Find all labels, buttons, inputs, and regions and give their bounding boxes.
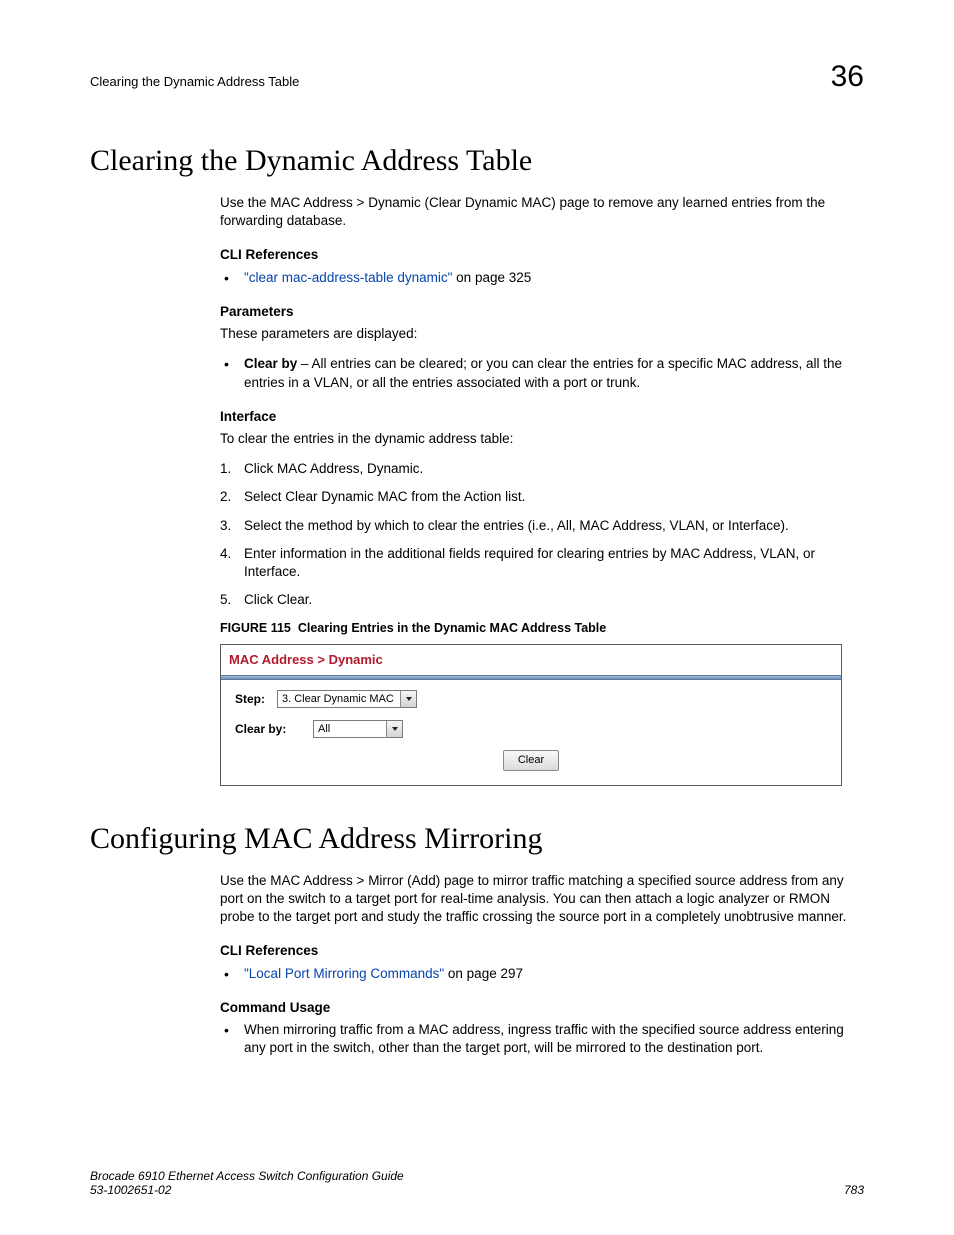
- clearby-select-value: All: [318, 722, 330, 737]
- footer-doc-number: 53-1002651-02: [90, 1183, 404, 1197]
- step-item: Select Clear Dynamic MAC from the Action…: [220, 488, 864, 506]
- page-footer: Brocade 6910 Ethernet Access Switch Conf…: [90, 1169, 864, 1197]
- figure-breadcrumb: MAC Address > Dynamic: [221, 645, 841, 675]
- param-lead: Clear by: [244, 356, 297, 371]
- running-header: Clearing the Dynamic Address Table 36: [90, 60, 864, 94]
- cli-ref-link[interactable]: "Local Port Mirroring Commands": [244, 966, 444, 981]
- cli-ref-item: "clear mac-address-table dynamic" on pag…: [220, 269, 864, 287]
- clear-button[interactable]: Clear: [503, 750, 559, 771]
- parameters-heading: Parameters: [220, 303, 864, 321]
- figure-number: FIGURE 115: [220, 621, 291, 635]
- param-body: – All entries can be cleared; or you can…: [244, 356, 842, 389]
- step-label: Step:: [235, 691, 277, 707]
- cli-ref-item: "Local Port Mirroring Commands" on page …: [220, 965, 864, 983]
- cli-references-heading: CLI References: [220, 246, 864, 264]
- interface-intro: To clear the entries in the dynamic addr…: [220, 430, 864, 448]
- interface-heading: Interface: [220, 408, 864, 426]
- section1-intro: Use the MAC Address > Dynamic (Clear Dyn…: [220, 194, 864, 230]
- command-usage-heading: Command Usage: [220, 999, 864, 1017]
- clearby-label: Clear by:: [235, 721, 313, 737]
- interface-steps: Click MAC Address, Dynamic. Select Clear…: [220, 460, 864, 609]
- cli-ref-tail: on page 297: [444, 966, 523, 981]
- step-item: Enter information in the additional fiel…: [220, 545, 864, 581]
- command-usage-item: When mirroring traffic from a MAC addres…: [220, 1021, 864, 1057]
- step-select[interactable]: 3. Clear Dynamic MAC: [277, 690, 417, 708]
- step-item: Select the method by which to clear the …: [220, 517, 864, 535]
- figure-label-row: FIGURE 115 Clearing Entries in the Dynam…: [220, 620, 864, 637]
- cli-ref-link[interactable]: "clear mac-address-table dynamic": [244, 270, 452, 285]
- section-heading-mirroring: Configuring MAC Address Mirroring: [90, 822, 864, 856]
- figure-caption: Clearing Entries in the Dynamic MAC Addr…: [298, 621, 606, 635]
- running-title: Clearing the Dynamic Address Table: [90, 74, 299, 89]
- step-select-value: 3. Clear Dynamic MAC: [282, 692, 394, 707]
- footer-page-number: 783: [844, 1183, 864, 1197]
- cli-references-heading-2: CLI References: [220, 942, 864, 960]
- clearby-select[interactable]: All: [313, 720, 403, 738]
- section2-intro: Use the MAC Address > Mirror (Add) page …: [220, 872, 864, 927]
- footer-book-title: Brocade 6910 Ethernet Access Switch Conf…: [90, 1169, 404, 1183]
- section-heading-clearing: Clearing the Dynamic Address Table: [90, 144, 864, 178]
- chapter-number: 36: [831, 60, 864, 94]
- chevron-down-icon: [400, 691, 416, 707]
- step-item: Click Clear.: [220, 591, 864, 609]
- step-item: Click MAC Address, Dynamic.: [220, 460, 864, 478]
- chevron-down-icon: [386, 721, 402, 737]
- parameters-intro: These parameters are displayed:: [220, 325, 864, 343]
- cli-ref-tail: on page 325: [452, 270, 531, 285]
- param-item: Clear by – All entries can be cleared; o…: [220, 355, 864, 391]
- figure-panel: MAC Address > Dynamic Step: 3. Clear Dyn…: [220, 644, 842, 785]
